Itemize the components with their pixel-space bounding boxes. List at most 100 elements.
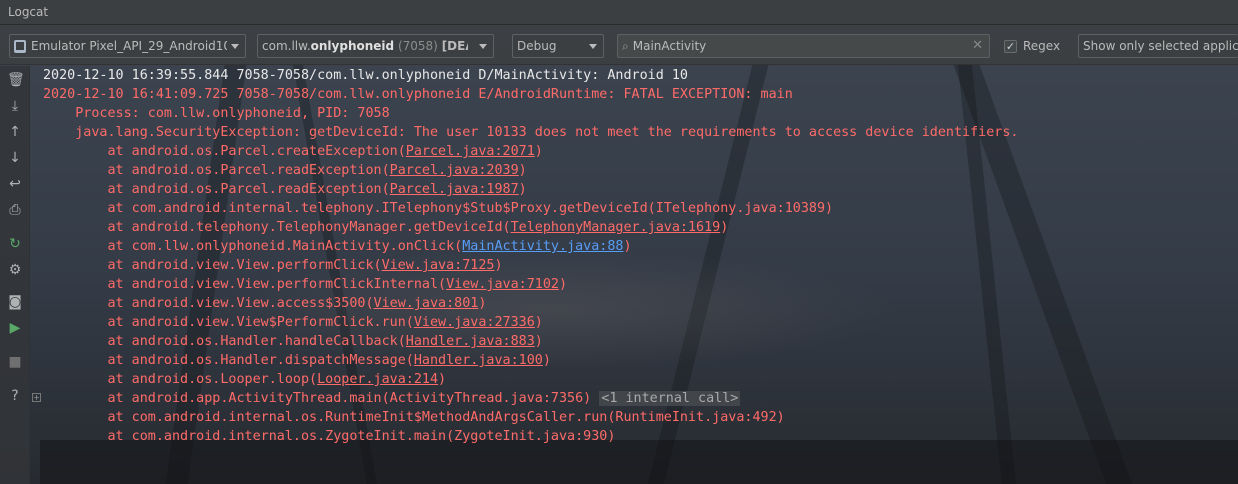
process-package-prefix: com.llw.: [262, 39, 311, 53]
search-field[interactable]: ⌕ ✕: [617, 34, 990, 58]
process-package-name: onlyphoneid: [310, 39, 395, 53]
log-line-suffix: ): [558, 277, 568, 292]
log-line-indent: [43, 410, 108, 425]
log-line: at com.android.internal.telephony.ITelep…: [43, 199, 1233, 218]
log-line-text: at android.os.Parcel.createException(: [107, 144, 406, 159]
regex-checkbox[interactable]: ✓: [1004, 39, 1017, 53]
log-line-indent: [43, 296, 108, 311]
log-line-text: at com.llw.onlyphoneid.MainActivity.onCl…: [107, 239, 463, 254]
log-line: 2020-12-10 16:41:09.725 7058-7058/com.ll…: [43, 85, 1233, 104]
source-link[interactable]: Parcel.java:1987: [390, 182, 519, 197]
log-line: at android.view.View$PerformClick.run(Vi…: [43, 313, 1233, 332]
log-line-text: Process: com.llw.onlyphoneid, PID: 7058: [75, 106, 390, 121]
source-link[interactable]: View.java:801: [374, 296, 479, 311]
log-line-suffix: ): [494, 258, 503, 273]
internal-calls-fold[interactable]: <1 internal call>: [599, 391, 741, 406]
log-line-text: java.lang.SecurityException: getDeviceId…: [75, 125, 1019, 140]
logcat-title-bar: Logcat: [0, 0, 1238, 25]
log-line-indent: [43, 334, 108, 349]
log-line: at android.os.Handler.handleCallback(Han…: [43, 332, 1233, 351]
log-line: at android.view.View.access$3500(View.ja…: [43, 294, 1233, 313]
scroll-to-end-icon[interactable]: ⤓: [7, 98, 23, 114]
expand-icon[interactable]: +: [32, 393, 41, 402]
print-icon[interactable]: ⎙: [7, 202, 23, 218]
log-line-text: at android.view.View.access$3500(: [107, 296, 374, 311]
chevron-down-icon: [589, 44, 597, 49]
source-link[interactable]: View.java:7125: [382, 258, 495, 273]
log-line: at com.android.internal.os.RuntimeInit$M…: [43, 408, 1233, 427]
log-line-indent: [43, 277, 108, 292]
log-line-text: at android.telephony.TelephonyManager.ge…: [107, 220, 511, 235]
log-line-suffix: ): [534, 144, 543, 159]
source-link[interactable]: TelephonyManager.java:1619: [511, 220, 721, 235]
source-link[interactable]: Handler.java:100: [414, 353, 543, 368]
log-line: Process: com.llw.onlyphoneid, PID: 7058: [43, 104, 1233, 123]
log-level-selector[interactable]: Debug: [512, 34, 604, 58]
log-line: at android.app.ActivityThread.main(Activ…: [43, 389, 1233, 408]
source-link[interactable]: Parcel.java:2039: [390, 163, 519, 178]
log-line-indent: [43, 353, 108, 368]
soft-wrap-icon[interactable]: ↩: [7, 176, 23, 192]
trash-icon[interactable]: 🗑: [7, 72, 25, 88]
source-link[interactable]: Handler.java:883: [406, 334, 535, 349]
process-state: [DEAD]: [441, 39, 468, 53]
log-level-label: Debug: [517, 39, 557, 53]
log-line-text: 2020-12-10 16:41:09.725 7058-7058/com.ll…: [43, 87, 793, 102]
source-link[interactable]: View.java:27336: [414, 315, 535, 330]
log-line-indent: [43, 144, 108, 159]
help-icon[interactable]: ?: [7, 388, 23, 404]
log-line-indent: [43, 258, 108, 273]
log-line-text: at android.os.Parcel.readException(: [107, 163, 390, 178]
window-title: Logcat: [8, 5, 49, 19]
log-line-suffix: ): [438, 372, 447, 387]
log-line: java.lang.SecurityException: getDeviceId…: [43, 123, 1233, 142]
log-line-suffix: ): [623, 239, 632, 254]
log-line-indent: [43, 220, 108, 235]
screenshot-icon[interactable]: ◙: [7, 294, 23, 310]
log-line-suffix: ): [542, 353, 551, 368]
log-line-indent: [43, 201, 108, 216]
regex-label: Regex: [1023, 39, 1061, 53]
up-arrow-icon[interactable]: ↑: [7, 124, 23, 140]
log-line-suffix: ): [478, 296, 487, 311]
search-input[interactable]: [628, 39, 949, 53]
settings-icon[interactable]: ⚙: [7, 262, 23, 278]
logcat-side-toolbar: 🗑 ⤓ ↑ ↓ ↩ ⎙ ↻ ⚙ ◙ ▶ ■ ?: [0, 66, 30, 484]
log-line-text: at com.android.internal.telephony.ITelep…: [107, 201, 834, 216]
restart-icon[interactable]: ↻: [7, 236, 23, 252]
log-line: at android.view.View.performClickInterna…: [43, 275, 1233, 294]
process-selector[interactable]: com.llw.onlyphoneid (7058) [DEAD]: [257, 34, 494, 58]
device-selector[interactable]: Emulator Pixel_API_29_Android10: [9, 34, 246, 58]
log-line-text: at android.view.View.performClick(: [107, 258, 382, 273]
log-line-text: at android.os.Looper.loop(: [107, 372, 318, 387]
log-line-suffix: ): [518, 182, 527, 197]
filter-selector[interactable]: Show only selected application: [1078, 34, 1238, 58]
stop-icon[interactable]: ■: [7, 354, 23, 370]
process-selector-label: com.llw.onlyphoneid (7058) [DEAD]: [262, 39, 468, 53]
screen-record-icon[interactable]: ▶: [7, 320, 23, 336]
log-line: at com.llw.onlyphoneid.MainActivity.onCl…: [43, 237, 1233, 256]
log-line-indent: [43, 372, 108, 387]
clear-search-icon[interactable]: ✕: [972, 38, 983, 53]
chevron-down-icon: [479, 44, 487, 49]
log-line-text: at android.os.Handler.dispatchMessage(: [107, 353, 414, 368]
source-link[interactable]: Looper.java:214: [317, 372, 438, 387]
log-line: at android.os.Looper.loop(Looper.java:21…: [43, 370, 1233, 389]
source-link[interactable]: MainActivity.java:88: [462, 239, 623, 254]
log-line-indent: [43, 315, 108, 330]
source-link[interactable]: Parcel.java:2071: [406, 144, 535, 159]
log-line-text: at android.os.Parcel.readException(: [107, 182, 390, 197]
logcat-output[interactable]: 2020-12-10 16:39:55.844 7058-7058/com.ll…: [43, 66, 1233, 484]
log-line-suffix: ): [534, 334, 543, 349]
log-line-indent: [43, 106, 75, 121]
source-link[interactable]: View.java:7102: [446, 277, 559, 292]
down-arrow-icon[interactable]: ↓: [7, 150, 23, 166]
log-line-indent: [43, 239, 108, 254]
device-icon: [14, 39, 26, 53]
log-line-indent: [43, 182, 108, 197]
regex-toggle[interactable]: ✓ Regex: [1004, 39, 1060, 53]
log-line-suffix: ): [518, 163, 527, 178]
log-line: at android.os.Parcel.createException(Par…: [43, 142, 1233, 161]
log-line: at android.os.Parcel.readException(Parce…: [43, 161, 1233, 180]
log-line: at android.view.View.performClick(View.j…: [43, 256, 1233, 275]
